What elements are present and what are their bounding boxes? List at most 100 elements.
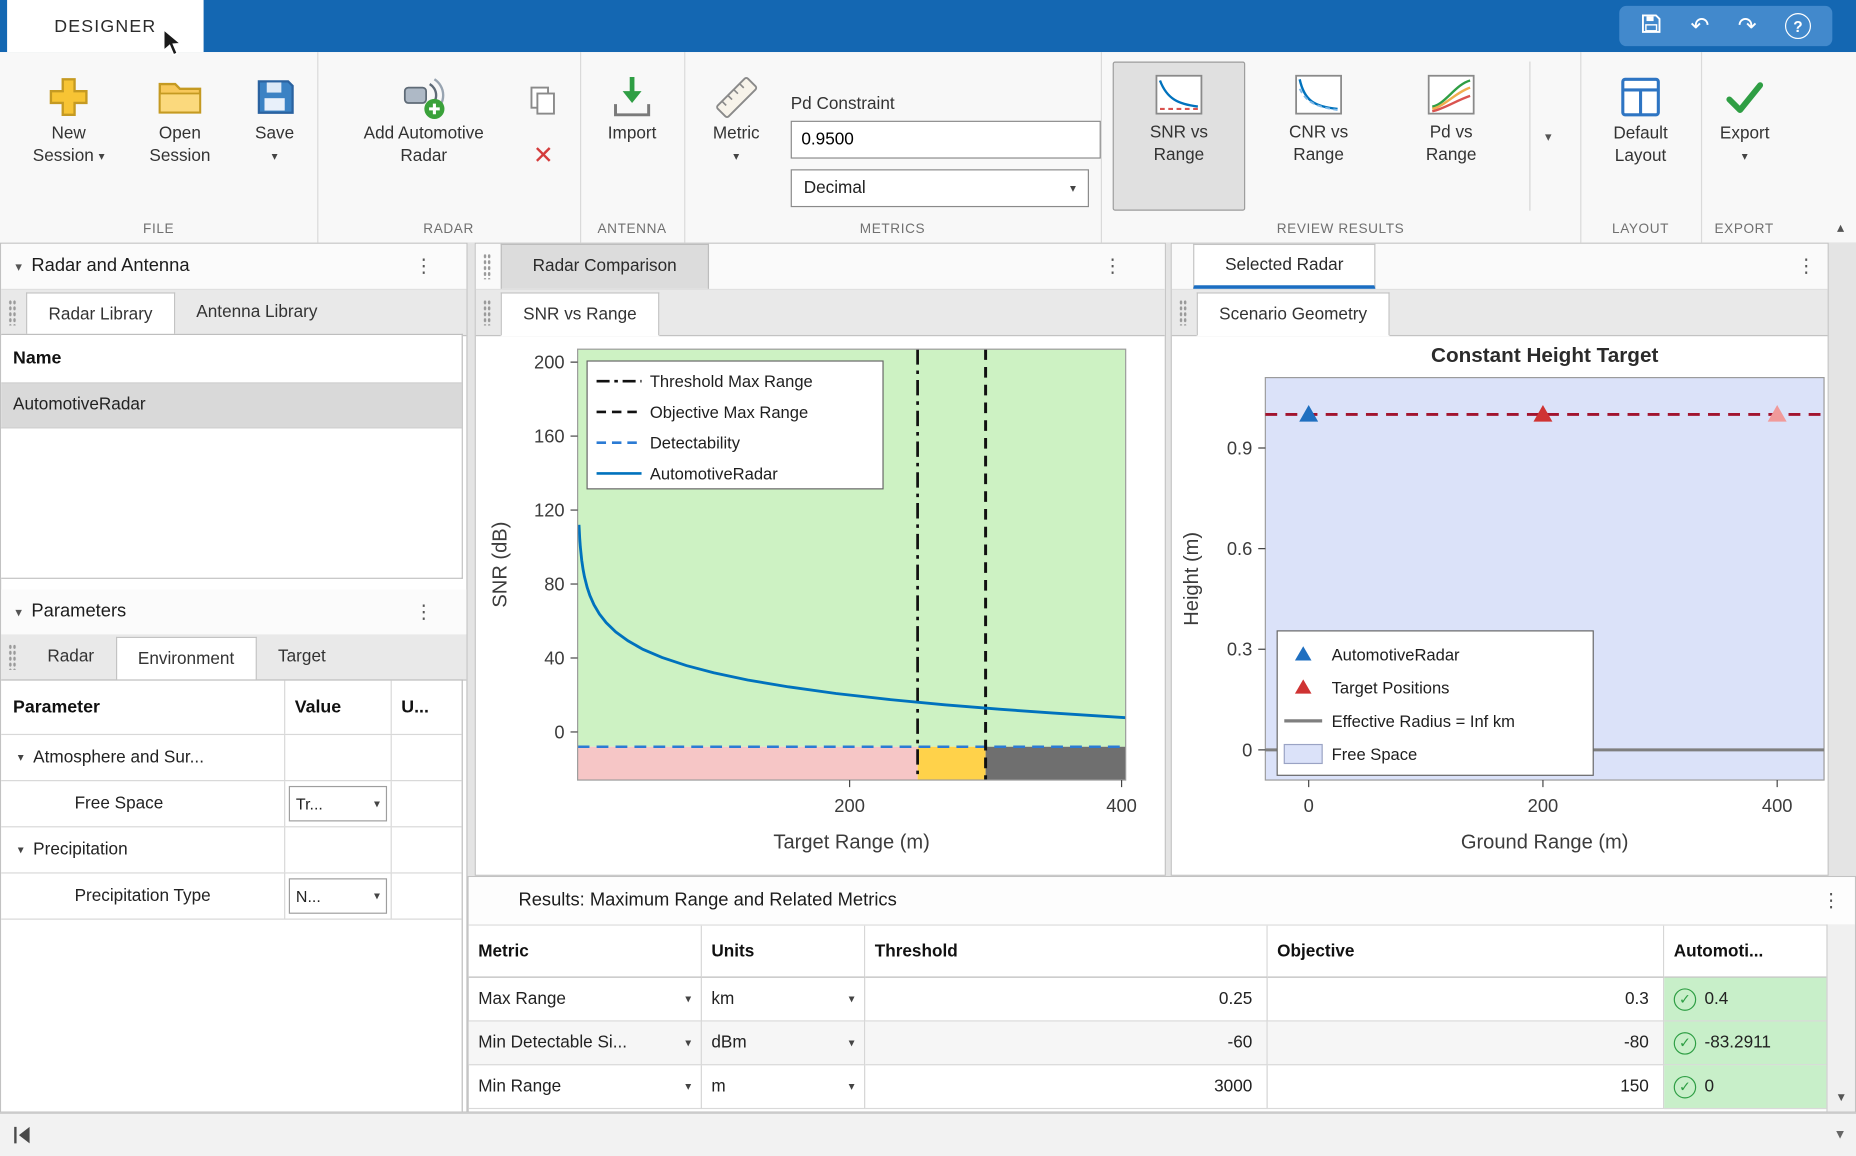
title-bar: DESIGNER ↶ ↷ ?	[0, 0, 1856, 52]
drag-grip-icon[interactable]	[483, 299, 491, 325]
precipitation-type-dropdown[interactable]: N...▾	[289, 878, 387, 914]
ribbon-section-radar: Add Automotive Radar ✕ RADAR	[317, 52, 581, 243]
result-value-cell: ✓-83.2911	[1664, 1022, 1830, 1066]
help-icon[interactable]: ?	[1785, 13, 1811, 39]
open-session-button[interactable]: Open Session	[128, 62, 232, 214]
scroll-down-button[interactable]: ▼	[1828, 1083, 1855, 1111]
add-automotive-radar-button[interactable]: Add Automotive Radar	[329, 62, 518, 214]
radar-library-table: Name AutomotiveRadar	[1, 334, 463, 579]
metric-dropdown[interactable]: Min Detectable Si...▾	[469, 1022, 702, 1066]
units-dropdown[interactable]: dBm▾	[702, 1022, 865, 1066]
pd-vs-range-icon	[1425, 70, 1477, 122]
svg-text:SNR (dB): SNR (dB)	[490, 522, 512, 608]
kebab-menu-icon[interactable]: ⋮	[414, 254, 433, 278]
snr-vs-range-button[interactable]: SNR vs Range	[1113, 62, 1246, 211]
dropdown-arrow-icon: ▾	[272, 146, 278, 168]
open-session-icon	[154, 71, 206, 123]
import-button[interactable]: Import	[589, 62, 674, 214]
svg-text:160: 160	[534, 426, 565, 447]
tab-environment[interactable]: Environment	[115, 637, 256, 681]
export-check-icon	[1719, 71, 1771, 123]
copy-icon	[529, 85, 557, 116]
save-label: Save	[255, 123, 294, 145]
copy-radar-button[interactable]	[526, 83, 562, 119]
pd-vs-range-button[interactable]: Pd vs Range	[1385, 62, 1518, 211]
svg-text:Constant Height Target: Constant Height Target	[1431, 344, 1658, 367]
save-button[interactable]: Save ▾	[239, 62, 310, 214]
ribbon-section-review-results: SNR vs Range CNR vs Range Pd vs Range ▾ …	[1101, 52, 1582, 243]
drag-grip-icon[interactable]	[8, 644, 16, 670]
kebab-menu-icon[interactable]: ⋮	[1103, 254, 1122, 278]
format-dropdown[interactable]: Decimal ▾	[791, 169, 1089, 207]
library-tabstrip: Radar Library Antenna Library	[1, 290, 466, 336]
objective-cell[interactable]: 0.3	[1268, 978, 1665, 1022]
delete-radar-button[interactable]: ✕	[526, 137, 562, 173]
import-label: Import	[608, 123, 657, 145]
chevron-down-icon[interactable]: ▾	[18, 843, 24, 856]
units-value: m	[711, 1077, 725, 1096]
metric-button[interactable]: Metric ▾	[696, 62, 776, 214]
new-session-icon	[43, 71, 95, 123]
result-value-cell: ✓0.4	[1664, 978, 1830, 1022]
objective-cell[interactable]: -80	[1268, 1022, 1665, 1066]
undo-icon[interactable]: ↶	[1690, 15, 1709, 37]
tab-radar-library[interactable]: Radar Library	[26, 292, 175, 336]
units-dropdown[interactable]: m▾	[702, 1065, 865, 1109]
default-layout-button[interactable]: Default Layout	[1597, 62, 1685, 214]
section-label-metrics: METRICS	[684, 223, 1101, 237]
svg-text:Target Positions: Target Positions	[1332, 679, 1450, 698]
center-panel: Radar Comparison ⋮ SNR vs Range 20040004…	[475, 243, 1166, 876]
tab-target[interactable]: Target	[257, 636, 347, 680]
objective-cell[interactable]: 150	[1268, 1065, 1665, 1109]
tab-snr-vs-range[interactable]: SNR vs Range	[501, 292, 660, 336]
new-session-button[interactable]: New Session▾	[17, 62, 121, 214]
radar-designer-window: DESIGNER ↶ ↷ ? New Session▾	[0, 0, 1856, 1156]
gallery-expand-button[interactable]: ▾	[1529, 62, 1566, 211]
dropdown-arrow-icon: ▾	[1742, 146, 1748, 168]
chevron-down-icon[interactable]: ▾	[15, 604, 22, 619]
export-button[interactable]: Export ▾	[1706, 62, 1784, 214]
drag-grip-icon[interactable]	[1179, 299, 1187, 325]
pass-check-icon: ✓	[1674, 1032, 1696, 1054]
redo-icon[interactable]: ↷	[1738, 15, 1757, 37]
environment-parameters-table: Parameter Value U... ▾Atmosphere and Sur…	[1, 679, 463, 1111]
mouse-cursor-icon	[161, 28, 185, 56]
threshold-cell[interactable]: -60	[865, 1022, 1267, 1066]
precipitation-type-value: N...	[296, 887, 321, 905]
tab-radar-comparison[interactable]: Radar Comparison	[501, 244, 709, 289]
cnr-vs-range-button[interactable]: CNR vs Range	[1252, 62, 1385, 211]
tab-selected-radar[interactable]: Selected Radar	[1193, 244, 1375, 289]
go-to-start-button[interactable]	[12, 1126, 33, 1145]
tab-radar[interactable]: Radar	[26, 636, 115, 680]
threshold-cell[interactable]: 0.25	[865, 978, 1267, 1022]
scenario-tabstrip: Scenario Geometry	[1172, 290, 1828, 336]
tab-antenna-library[interactable]: Antenna Library	[175, 291, 339, 335]
default-layout-icon	[1615, 71, 1667, 123]
kebab-menu-icon[interactable]: ⋮	[1822, 889, 1841, 913]
drag-grip-icon[interactable]	[8, 299, 16, 325]
dropdown-arrow-icon: ▾	[849, 993, 855, 1006]
units-dropdown[interactable]: km▾	[702, 978, 865, 1022]
metric-dropdown[interactable]: Max Range▾	[469, 978, 702, 1022]
metric-dropdown[interactable]: Min Range▾	[469, 1065, 702, 1109]
col-objective: Objective	[1268, 926, 1665, 978]
scroll-down-button[interactable]: ▼	[1834, 1128, 1847, 1142]
chevron-down-icon[interactable]: ▾	[15, 259, 22, 274]
kebab-menu-icon[interactable]: ⋮	[1797, 254, 1816, 278]
format-value: Decimal	[804, 179, 866, 198]
drag-grip-icon[interactable]	[483, 253, 491, 279]
section-label-file: FILE	[0, 223, 317, 237]
free-space-dropdown[interactable]: Tr...▾	[289, 786, 387, 822]
tab-scenario-geometry[interactable]: Scenario Geometry	[1197, 292, 1390, 336]
threshold-cell[interactable]: 3000	[865, 1065, 1267, 1109]
radar-row-automotiveradar[interactable]: AutomotiveRadar	[1, 384, 461, 429]
kebab-menu-icon[interactable]: ⋮	[414, 600, 433, 624]
parameters-title: Parameters	[31, 601, 126, 622]
pd-constraint-input[interactable]	[791, 121, 1101, 159]
col-units: Units	[702, 926, 865, 978]
chevron-down-icon[interactable]: ▾	[18, 751, 24, 764]
collapse-ribbon-button[interactable]: ▴	[1837, 219, 1844, 236]
save-icon[interactable]	[1641, 12, 1662, 39]
parameters-header-row: Parameter Value U...	[1, 681, 461, 735]
results-scrollbar[interactable]: ▼	[1826, 924, 1854, 1111]
